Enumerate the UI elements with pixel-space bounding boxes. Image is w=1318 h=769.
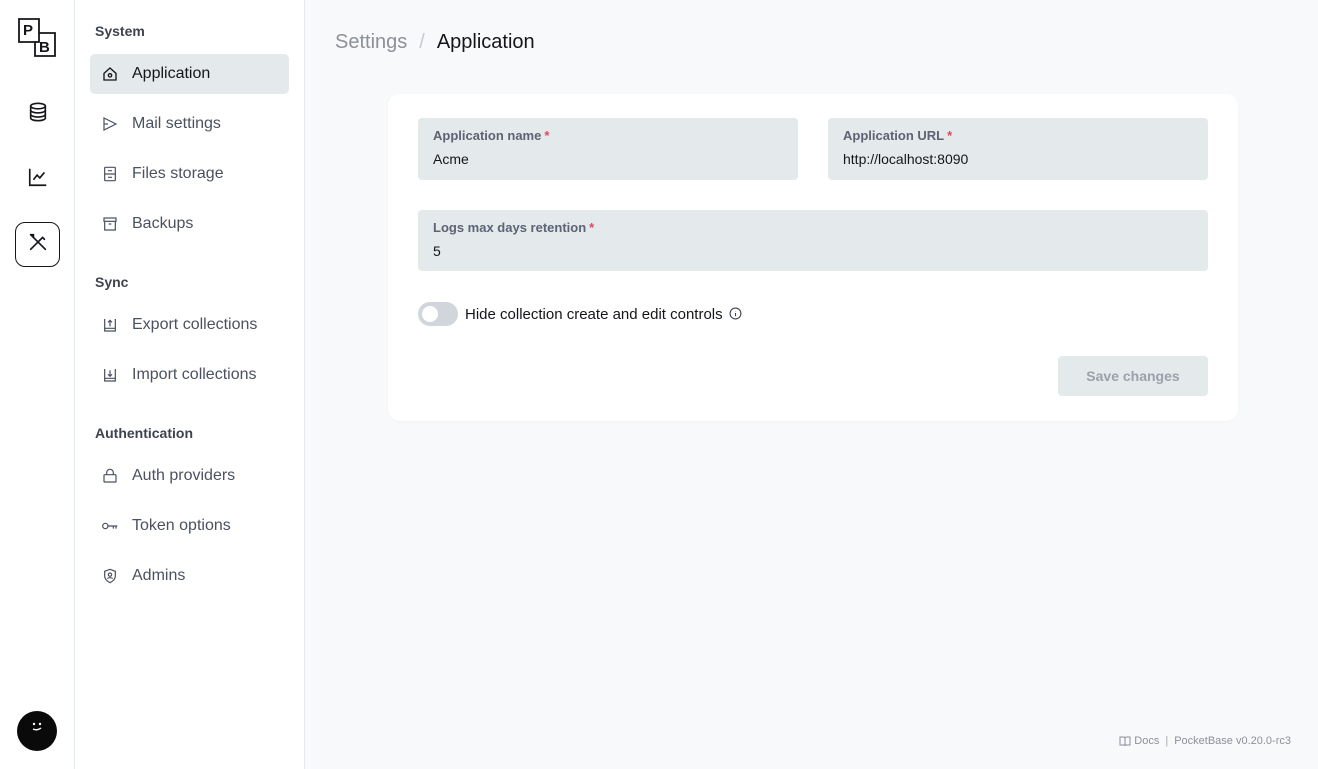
sidebar-item-label: Admins — [132, 567, 186, 584]
sidebar-item-label: Token options — [132, 517, 231, 534]
upload-icon — [101, 316, 119, 334]
hide-controls-label[interactable]: Hide collection create and edit controls — [465, 306, 723, 323]
nav-settings-button[interactable] — [15, 222, 60, 267]
application-url-label: Application URL * — [843, 128, 953, 143]
version-label: PocketBase v0.20.0-rc3 — [1174, 735, 1291, 747]
sidebar-section-sync: Sync — [95, 274, 129, 290]
logs-retention-field[interactable]: Logs max days retention * — [418, 210, 1208, 271]
tools-icon — [27, 231, 49, 258]
storage-icon — [101, 165, 119, 183]
user-avatar[interactable] — [17, 711, 57, 751]
sidebar-item-label: Backups — [132, 215, 194, 232]
breadcrumb: Settings / Application — [335, 31, 535, 54]
sidebar-item-mail-settings[interactable]: Mail settings — [90, 104, 289, 144]
pocketbase-logo[interactable]: P B — [17, 17, 57, 59]
application-url-field[interactable]: Application URL * — [828, 118, 1208, 180]
lock-icon — [101, 467, 119, 485]
sidebar-item-label: Mail settings — [132, 115, 221, 132]
application-url-input[interactable] — [843, 151, 1193, 167]
shield-user-icon — [101, 567, 119, 585]
sidebar-section-system: System — [95, 23, 145, 39]
page-title: Application — [436, 31, 535, 53]
svg-text:P: P — [23, 22, 33, 39]
nav-collections-button[interactable] — [15, 92, 60, 137]
sidebar-item-auth-providers[interactable]: Auth providers — [90, 456, 289, 496]
nav-logs-button[interactable] — [15, 157, 60, 202]
settings-sidebar: System Application Mail settings Files s… — [75, 0, 305, 769]
hide-controls-row: Hide collection create and edit controls — [418, 302, 743, 326]
book-icon — [1119, 736, 1131, 747]
sidebar-item-label: Application — [132, 65, 211, 82]
sidebar-item-label: Files storage — [132, 165, 224, 182]
send-icon — [101, 115, 119, 133]
download-icon — [101, 366, 119, 384]
application-name-label: Application name * — [433, 128, 550, 143]
sidebar-item-label: Auth providers — [132, 467, 236, 484]
logs-retention-input[interactable] — [433, 243, 1193, 259]
sidebar-item-label: Export collections — [132, 316, 258, 333]
application-name-input[interactable] — [433, 151, 783, 167]
footer: Docs | PocketBase v0.20.0-rc3 — [1119, 735, 1291, 747]
smiley-avatar-icon — [17, 709, 57, 754]
breadcrumb-separator: / — [419, 31, 425, 53]
sidebar-item-export-collections[interactable]: Export collections — [90, 305, 289, 345]
hide-controls-toggle[interactable] — [418, 302, 458, 326]
home-icon — [101, 65, 119, 83]
logs-retention-label: Logs max days retention * — [433, 220, 595, 235]
sidebar-item-backups[interactable]: Backups — [90, 204, 289, 244]
line-chart-icon — [27, 166, 49, 193]
app-bar: P B — [0, 0, 75, 769]
application-settings-panel: Application name* Application URL* Logs … — [388, 94, 1238, 421]
sidebar-item-token-options[interactable]: Token options — [90, 506, 289, 546]
footer-separator: | — [1165, 735, 1169, 747]
sidebar-item-files-storage[interactable]: Files storage — [90, 154, 289, 194]
sidebar-section-authentication: Authentication — [95, 425, 193, 441]
key-icon — [101, 517, 119, 535]
application-name-field[interactable]: Application name * — [418, 118, 798, 180]
svg-text:B: B — [39, 39, 50, 56]
sidebar-item-import-collections[interactable]: Import collections — [90, 355, 289, 395]
sidebar-item-label: Import collections — [132, 366, 257, 383]
database-icon — [27, 101, 49, 128]
info-icon[interactable] — [729, 307, 743, 321]
sidebar-item-admins[interactable]: Admins — [90, 556, 289, 596]
breadcrumb-settings: Settings — [335, 31, 408, 53]
archive-icon — [101, 215, 119, 233]
sidebar-item-application[interactable]: Application — [90, 54, 289, 94]
docs-link[interactable]: Docs — [1119, 735, 1159, 747]
save-changes-button[interactable]: Save changes — [1058, 356, 1208, 396]
